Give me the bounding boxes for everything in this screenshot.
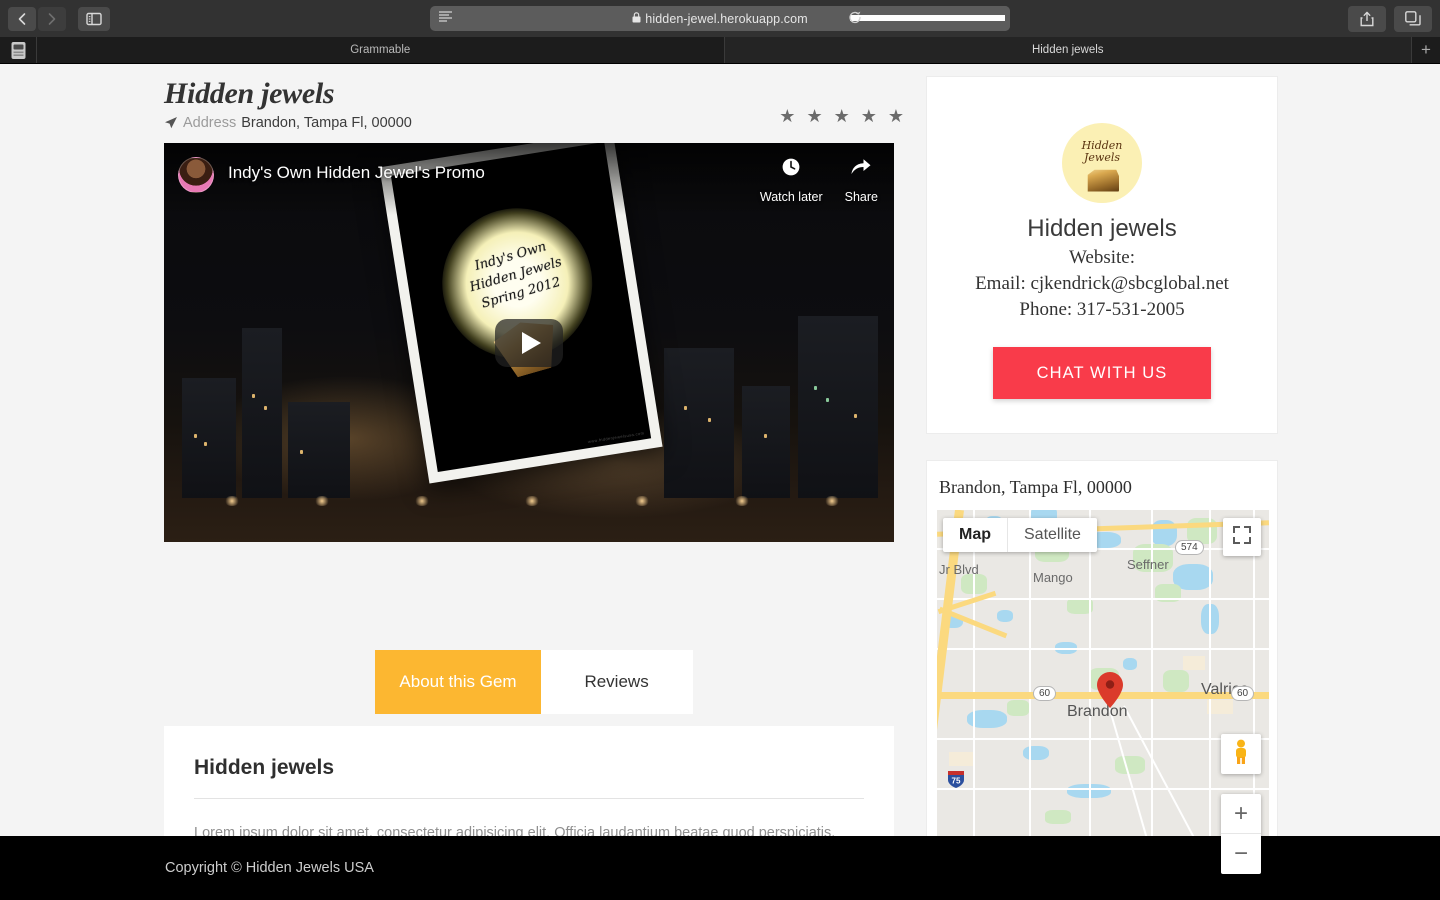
- business-heading-block: Hidden jewels Address Brandon, Tampa Fl,…: [164, 76, 412, 131]
- navigation-buttons: [8, 6, 110, 31]
- logo-line-2: Jewels: [1083, 151, 1120, 164]
- map-fullscreen-button[interactable]: [1223, 518, 1261, 556]
- business-info-card: Hidden Jewels Hidden jewels Website: Ema…: [926, 76, 1278, 434]
- share-arrow-icon: [850, 157, 872, 180]
- forward-button[interactable]: [38, 6, 66, 31]
- fullscreen-icon: [1233, 525, 1251, 549]
- map-label: Seffner: [1127, 557, 1169, 572]
- tab-about-this-gem[interactable]: About this Gem: [375, 650, 541, 714]
- main-column: Hidden jewels Address Brandon, Tampa Fl,…: [164, 76, 904, 883]
- browser-tab-title: Hidden jewels: [1031, 44, 1104, 56]
- video-actions: Watch later Share: [760, 157, 878, 204]
- new-tab-label: +: [1421, 40, 1431, 59]
- street-view-pegman-button[interactable]: [1221, 734, 1261, 774]
- map-type-satellite-button[interactable]: Satellite: [1008, 518, 1097, 552]
- share-label: Share: [844, 190, 878, 204]
- svg-text:75: 75: [952, 777, 961, 786]
- map-title: Brandon, Tampa Fl, 00000: [939, 477, 1132, 497]
- star-icon[interactable]: ★: [779, 107, 795, 125]
- watch-later-button[interactable]: Watch later: [760, 157, 823, 204]
- business-logo: Hidden Jewels: [1062, 123, 1142, 203]
- page-content-wrapper: Hidden jewels Address Brandon, Tampa Fl,…: [164, 64, 1278, 883]
- map-card: Brandon, Tampa Fl, 00000 Jr Blvd Mango S…: [926, 460, 1278, 883]
- star-icon[interactable]: ★: [888, 107, 904, 125]
- map-pin-icon[interactable]: [1097, 672, 1123, 708]
- channel-avatar[interactable]: [178, 157, 214, 193]
- tab-label: About this Gem: [399, 672, 517, 691]
- tabs-overview-icon: [1405, 11, 1421, 26]
- address-bar[interactable]: hidden-jewel.herokuapp.com: [430, 6, 1010, 31]
- share-button[interactable]: [1348, 5, 1386, 32]
- watch-later-label: Watch later: [759, 190, 823, 204]
- business-header: Hidden jewels Address Brandon, Tampa Fl,…: [164, 76, 904, 131]
- route-shield: 60: [1033, 686, 1057, 701]
- location-arrow-icon: [164, 116, 178, 130]
- website-line: Website:: [1068, 247, 1135, 268]
- browser-toolbar: hidden-jewel.herokuapp.com: [0, 0, 1440, 37]
- youtube-video-embed[interactable]: Indy's Own Hidden Jewels Spring 2012 www…: [164, 143, 894, 542]
- about-heading: Hidden jewels: [194, 756, 864, 799]
- phone-line: Phone: 317-531-2005: [1019, 299, 1185, 320]
- tab-label: Reviews: [584, 672, 649, 691]
- clock-icon: [781, 157, 801, 180]
- interstate-shield: 75: [945, 768, 967, 790]
- email-line: Email: cjkendrick@sbcglobal.net: [975, 273, 1229, 294]
- url-text: hidden-jewel.herokuapp.com: [645, 11, 808, 26]
- business-name: Hidden jewels: [1027, 215, 1177, 242]
- sidebar-column: Hidden Jewels Hidden jewels Website: Ema…: [926, 76, 1278, 883]
- route-shield: 574: [1175, 540, 1204, 555]
- map-zoom-out-button[interactable]: −: [1221, 834, 1261, 874]
- bookmarks-icon: [11, 41, 25, 59]
- tab-reviews[interactable]: Reviews: [540, 650, 693, 714]
- street-lights: [164, 496, 894, 520]
- browser-tabstrip: Grammable Hidden jewels +: [0, 37, 1440, 64]
- bookmarks-button[interactable]: [0, 37, 37, 63]
- rating-stars[interactable]: ★ ★ ★ ★ ★: [779, 107, 904, 131]
- share-button[interactable]: Share: [845, 157, 878, 204]
- address-label: Address: [183, 115, 237, 131]
- treasure-chest-icon: [1087, 169, 1119, 192]
- content-tabs: About this Gem Reviews: [164, 650, 904, 714]
- page-title: Hidden jewels: [164, 77, 335, 110]
- toolbar-right-buttons: [1348, 5, 1432, 32]
- video-title[interactable]: Indy's Own Hidden Jewel's Promo: [228, 163, 760, 183]
- address-line: Address Brandon, Tampa Fl, 00000: [164, 115, 412, 131]
- star-icon[interactable]: ★: [861, 107, 877, 125]
- address-bar-container: hidden-jewel.herokuapp.com: [430, 6, 1010, 31]
- browser-chrome: hidden-jewel.herokuapp.com Grammable Hid…: [0, 0, 1440, 64]
- browser-tab-title: Grammable: [350, 44, 411, 56]
- google-map[interactable]: Jr Blvd Mango Seffner Brandon Valrico 57…: [937, 510, 1269, 882]
- sidebar-toggle-icon: [86, 12, 102, 25]
- route-shield: 60: [1231, 686, 1255, 701]
- page-load-progress-bar: [850, 15, 1005, 21]
- map-type-map-button[interactable]: Map: [943, 518, 1008, 552]
- lock-icon: [632, 11, 641, 26]
- chat-with-us-button[interactable]: CHAT WITH US: [993, 347, 1211, 399]
- address-value: Brandon, Tampa Fl, 00000: [241, 115, 412, 131]
- logo-script-text: Hidden Jewels: [1082, 140, 1123, 163]
- tabs-overview-button[interactable]: [1394, 5, 1432, 32]
- reload-button[interactable]: [849, 11, 862, 30]
- share-icon: [1360, 11, 1374, 26]
- star-icon[interactable]: ★: [834, 107, 850, 125]
- poster-credit: www.hiddenjewelsusa.com: [587, 430, 645, 445]
- back-button[interactable]: [8, 6, 36, 31]
- star-icon[interactable]: ★: [806, 107, 822, 125]
- map-zoom-in-button[interactable]: +: [1221, 794, 1261, 834]
- map-label: Jr Blvd: [939, 562, 979, 577]
- browser-tab-hidden-jewels[interactable]: Hidden jewels: [724, 37, 1412, 63]
- video-top-bar: Indy's Own Hidden Jewel's Promo Watch la…: [164, 143, 894, 215]
- sidebar-toggle-button[interactable]: [78, 6, 110, 31]
- street-view-pegman-icon: [1230, 739, 1252, 770]
- play-button-icon[interactable]: [495, 318, 563, 367]
- map-zoom-controls: + −: [1221, 794, 1261, 874]
- copyright-text: Copyright © Hidden Jewels USA: [165, 860, 374, 876]
- new-tab-button[interactable]: +: [1412, 37, 1440, 63]
- map-label: Mango: [1033, 570, 1073, 585]
- web-page: Hidden jewels Address Brandon, Tampa Fl,…: [0, 64, 1440, 900]
- browser-tab-grammable[interactable]: Grammable: [37, 37, 725, 63]
- map-type-toggle: Map Satellite: [943, 518, 1097, 552]
